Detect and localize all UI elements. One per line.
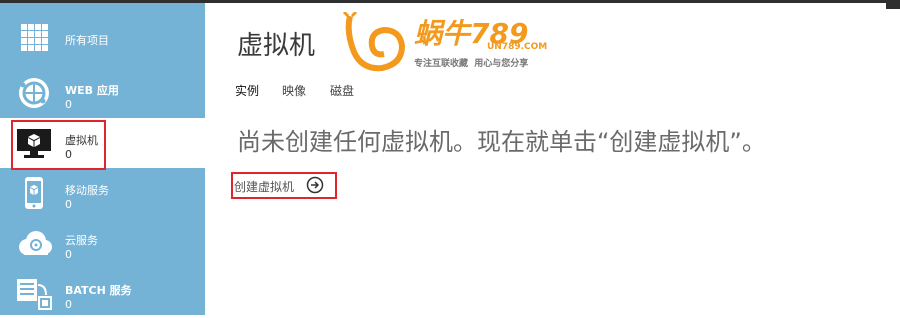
globe-icon [14, 75, 54, 111]
batch-icon [14, 275, 54, 311]
tab-disks[interactable]: 磁盘 [330, 82, 354, 99]
watermark-logo: 蜗牛789 UN789.COM 专注互联收藏 用心与您分享 [342, 10, 567, 74]
tab-images[interactable]: 映像 [282, 82, 306, 99]
mobile-icon [14, 175, 54, 211]
sidebar-item-count: 0 [65, 198, 72, 211]
sidebar-item-count: 0 [65, 98, 72, 111]
sidebar-item-label: WEB 应用 [65, 84, 119, 97]
watermark-slogan: 专注互联收藏 用心与您分享 [414, 59, 529, 69]
cloud-gear-icon [14, 225, 54, 261]
watermark-domain: UN789.COM [487, 42, 548, 52]
highlight-box-create-link [231, 172, 337, 199]
sidebar-item-batch[interactable]: BATCH 服务 0 [0, 268, 205, 318]
sidebar-item-label: 移动服务 [65, 184, 109, 197]
page-title: 虚拟机 [237, 31, 316, 61]
grid-icon [14, 20, 54, 56]
sidebar-item-label: BATCH 服务 [65, 284, 132, 297]
top-corner-mark [886, 0, 900, 9]
sidebar-item-label: 所有项目 [65, 34, 109, 47]
empty-state-message: 尚未创建任何虚拟机。现在就单击“创建虚拟机”。 [237, 128, 766, 156]
tab-instances[interactable]: 实例 [235, 82, 259, 99]
sidebar-item-label: 云服务 [65, 234, 98, 247]
sidebar-item-web-apps[interactable]: WEB 应用 0 [0, 68, 205, 118]
sidebar-item-count: 0 [65, 248, 72, 261]
sidebar-item-count: 0 [65, 298, 72, 311]
sidebar-item-cloud-services[interactable]: 云服务 0 [0, 218, 205, 268]
highlight-box-vm-nav [11, 120, 106, 170]
sidebar-item-all-items[interactable]: 所有项目 [0, 13, 205, 63]
sidebar-item-mobile-services[interactable]: 移动服务 0 [0, 168, 205, 218]
